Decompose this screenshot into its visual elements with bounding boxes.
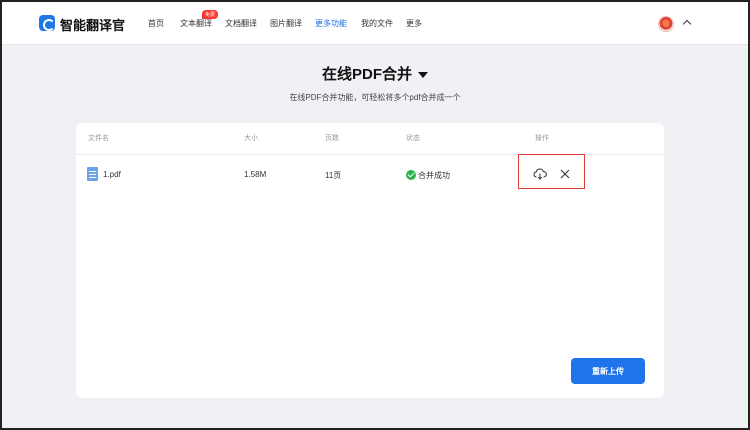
column-header-status: 状态 [406,135,420,142]
page-title: 在线PDF合并 [321,66,412,83]
action-highlight-box [518,154,585,189]
column-header-size: 大小 [244,135,258,142]
column-header-pages: 页数 [325,135,339,142]
status-text: 合并成功 [418,171,450,180]
app-name[interactable]: 智能翻译官 [60,15,125,34]
nav-item-more-features[interactable]: 更多功能 [315,18,347,29]
check-circle-icon [406,170,416,180]
column-header-filename: 文件名 [88,135,109,142]
close-icon[interactable] [560,169,570,179]
page-subtitle: 在线PDF合并功能，可轻松将多个pdf合并成一个 [289,93,461,102]
free-badge: 免费 [202,10,219,19]
table-header: 文件名 大小 页数 状态 操作 [76,123,664,155]
file-status: 合并成功 [406,170,450,181]
nav-item-text-translate[interactable]: 文本翻译 免费 [180,10,219,29]
page-title-row: 在线PDF合并 [0,63,750,84]
app-logo-icon[interactable] [39,15,55,31]
nav-item-home[interactable]: 首页 [148,18,164,29]
file-name: 1.pdf [103,170,121,179]
reupload-button[interactable]: 重新上传 [571,358,645,384]
caret-down-icon [418,71,428,78]
nav-item-more[interactable]: 更多 [406,18,422,29]
nav-item-image-translate[interactable]: 图片翻译 [270,18,302,29]
nav-item-doc-translate[interactable]: 文档翻译 [225,18,257,29]
file-size: 1.58M [244,170,267,179]
tool-selector[interactable]: 在线PDF合并 [322,63,428,84]
cloud-download-icon[interactable] [533,168,547,180]
nav-item-my-files[interactable]: 我的文件 [361,18,393,29]
column-header-actions: 操作 [535,135,549,142]
file-list-card: 文件名 大小 页数 状态 操作 1.pdf 1.58M 11页 合并成功 重新上… [76,123,664,398]
file-icon [87,167,98,181]
nav-item-label: 文本翻译 [180,19,212,28]
file-pages: 11页 [325,171,342,180]
top-header: 智能翻译官 首页 文本翻译 免费 文档翻译 图片翻译 更多功能 我的文件 更多 [2,2,748,45]
chevron-up-icon[interactable] [682,19,692,29]
user-avatar[interactable] [658,16,674,32]
